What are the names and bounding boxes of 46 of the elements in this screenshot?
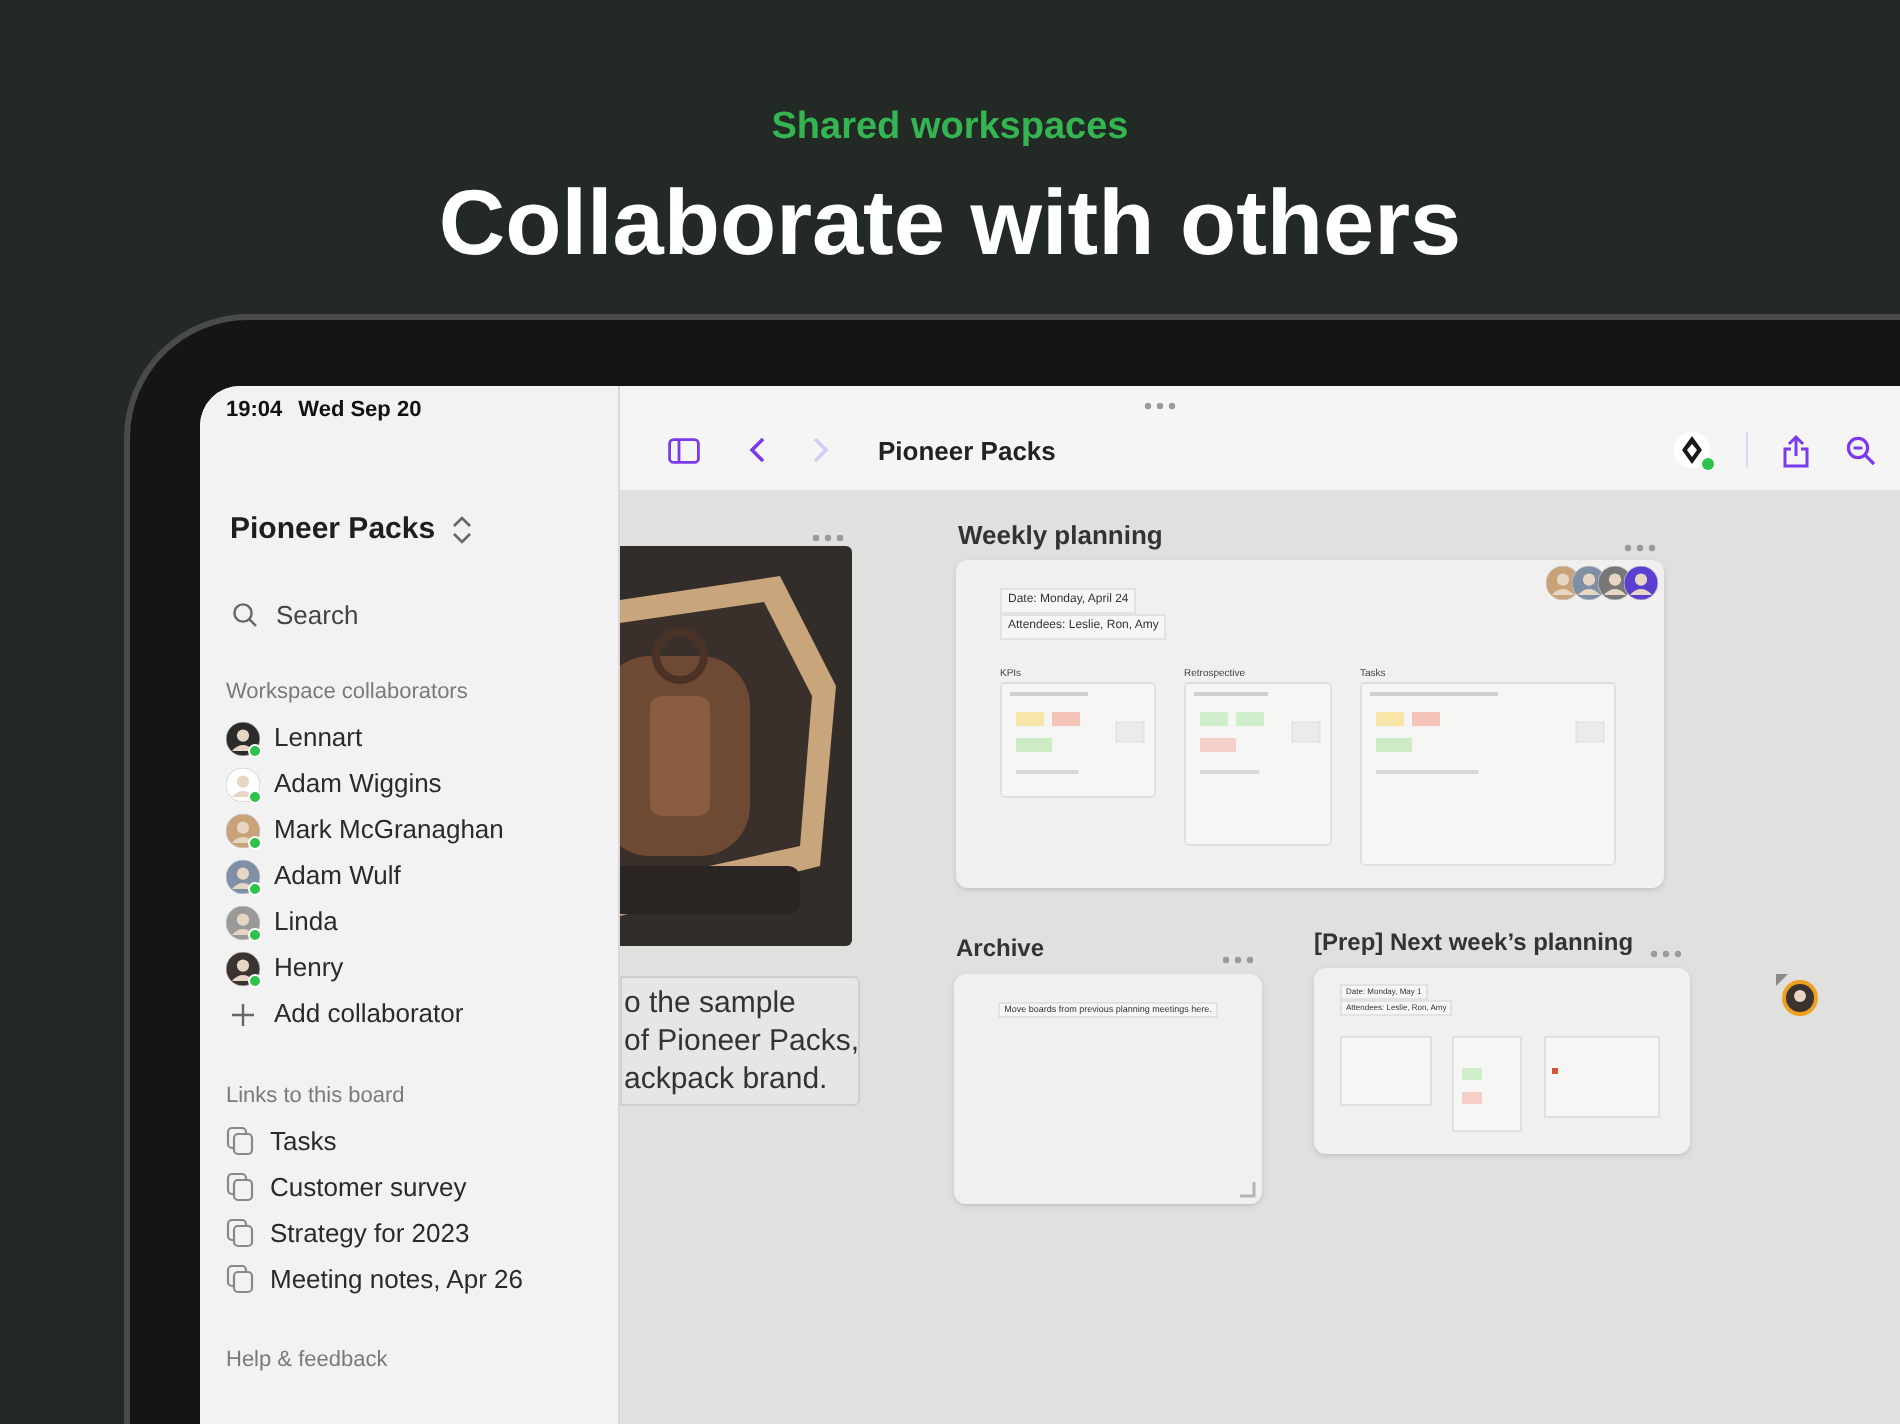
board-title: Weekly planning: [958, 517, 1163, 554]
more-icon[interactable]: [1222, 955, 1254, 963]
zoom-out-icon[interactable]: [1846, 435, 1876, 466]
more-icon[interactable]: [1144, 401, 1176, 409]
more-icon[interactable]: [1650, 949, 1682, 957]
more-icon[interactable]: [1624, 544, 1656, 552]
collaborator-item[interactable]: Adam Wiggins: [226, 761, 618, 807]
status-date: Wed Sep 20: [298, 395, 422, 425]
copy-icon: [226, 1126, 256, 1156]
logo-icon: [1674, 432, 1710, 469]
sidebar-toggle-icon[interactable]: [668, 437, 700, 464]
collaborator-item[interactable]: Lennart: [226, 715, 618, 761]
board-title: [Prep] Next week’s planning: [1314, 925, 1634, 959]
page-heading: Collaborate with others: [438, 167, 1462, 277]
search-field[interactable]: Search: [276, 595, 556, 634]
text-line: o the sample: [624, 983, 798, 1021]
board-link[interactable]: Meeting notes, Apr 26: [226, 1256, 618, 1302]
status-time: 19:04: [226, 395, 283, 425]
board-title: Archive: [956, 931, 1045, 965]
back-icon[interactable]: [748, 436, 766, 465]
workspace-switcher[interactable]: Pioneer Packs: [230, 508, 472, 553]
share-icon[interactable]: [1782, 433, 1810, 468]
resize-handle-icon[interactable]: [1238, 1179, 1256, 1197]
section-heading: Help & feedback: [226, 1346, 390, 1376]
plus-icon: [226, 1001, 260, 1027]
section-heading: Workspace collaborators: [226, 678, 470, 708]
collaborator-item[interactable]: Adam Wulf: [226, 853, 618, 899]
board-link[interactable]: Strategy for 2023: [226, 1210, 618, 1256]
search-icon: [232, 601, 258, 628]
copy-icon: [226, 1264, 256, 1294]
section-heading: Links to this board: [226, 1081, 407, 1111]
chevron-up-down-icon: [451, 516, 472, 545]
collaborator-item[interactable]: Mark McGranaghan: [226, 807, 618, 853]
board-link[interactable]: Tasks: [226, 1118, 618, 1164]
add-collaborator-button[interactable]: Add collaborator: [226, 991, 618, 1037]
copy-icon: [226, 1218, 256, 1248]
copy-icon: [226, 1172, 256, 1202]
board-name: Pioneer Packs: [878, 433, 1056, 469]
text-line: of Pioneer Packs,: [624, 1021, 858, 1059]
text-card[interactable]: o the sample of Pioneer Packs, ackpack brand.: [620, 975, 860, 1105]
eyebrow-heading: Shared workspaces: [771, 104, 1129, 152]
text-line: ackpack brand.: [624, 1059, 830, 1097]
board-link[interactable]: Customer survey: [226, 1164, 618, 1210]
more-icon[interactable]: [812, 533, 844, 541]
collaborator-item[interactable]: Henry: [226, 945, 618, 991]
collaborator-item[interactable]: Linda: [226, 899, 618, 945]
